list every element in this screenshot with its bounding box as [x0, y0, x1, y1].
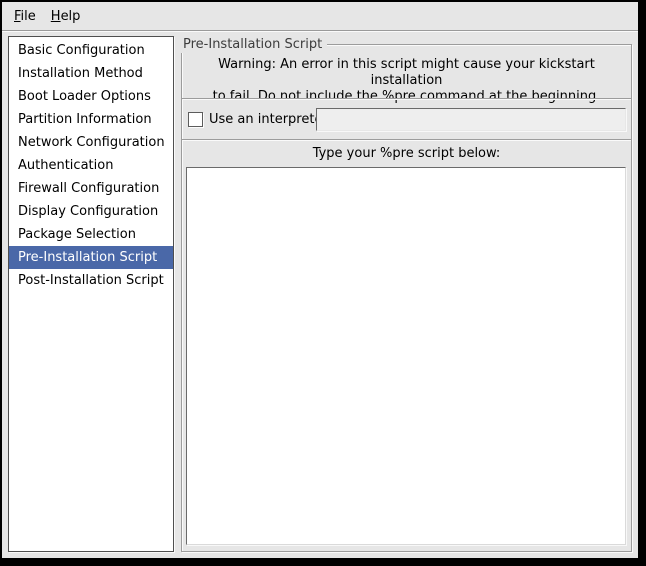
- sidebar-category-list: Basic Configuration Installation Method …: [8, 36, 174, 552]
- interpreter-input[interactable]: [316, 108, 626, 131]
- sidebar-item-installation-method[interactable]: Installation Method: [9, 62, 173, 85]
- sidebar-item-basic-configuration[interactable]: Basic Configuration: [9, 39, 173, 62]
- warning-line-2: to fail. Do not include the %pre command…: [182, 89, 631, 105]
- window-body: File Help Basic Configuration Installati…: [2, 2, 638, 558]
- script-textarea[interactable]: [186, 167, 626, 545]
- sidebar-item-post-installation-script[interactable]: Post-Installation Script: [9, 269, 173, 292]
- separator: [182, 139, 631, 141]
- frame-title: Pre-Installation Script: [181, 36, 327, 53]
- menubar-separator: [2, 30, 638, 32]
- sidebar-item-firewall-configuration[interactable]: Firewall Configuration: [9, 177, 173, 200]
- separator: [182, 98, 631, 100]
- use-interpreter-checkbox[interactable]: [188, 112, 203, 127]
- menu-file[interactable]: File: [10, 2, 40, 30]
- menubar: File Help: [2, 2, 638, 30]
- use-interpreter-label[interactable]: Use an interpreter:: [209, 108, 332, 131]
- sidebar-item-display-configuration[interactable]: Display Configuration: [9, 200, 173, 223]
- pre-installation-script-frame: Pre-Installation Script Warning: An erro…: [181, 44, 632, 552]
- app-window: File Help Basic Configuration Installati…: [0, 0, 646, 566]
- warning-line-1: Warning: An error in this script might c…: [182, 57, 631, 89]
- script-label: Type your %pre script below:: [182, 146, 631, 162]
- sidebar-item-package-selection[interactable]: Package Selection: [9, 223, 173, 246]
- sidebar-item-partition-information[interactable]: Partition Information: [9, 108, 173, 131]
- menu-help[interactable]: Help: [47, 2, 85, 30]
- sidebar-item-boot-loader-options[interactable]: Boot Loader Options: [9, 85, 173, 108]
- sidebar-item-authentication[interactable]: Authentication: [9, 154, 173, 177]
- sidebar-item-network-configuration[interactable]: Network Configuration: [9, 131, 173, 154]
- sidebar-item-pre-installation-script[interactable]: Pre-Installation Script: [9, 246, 173, 269]
